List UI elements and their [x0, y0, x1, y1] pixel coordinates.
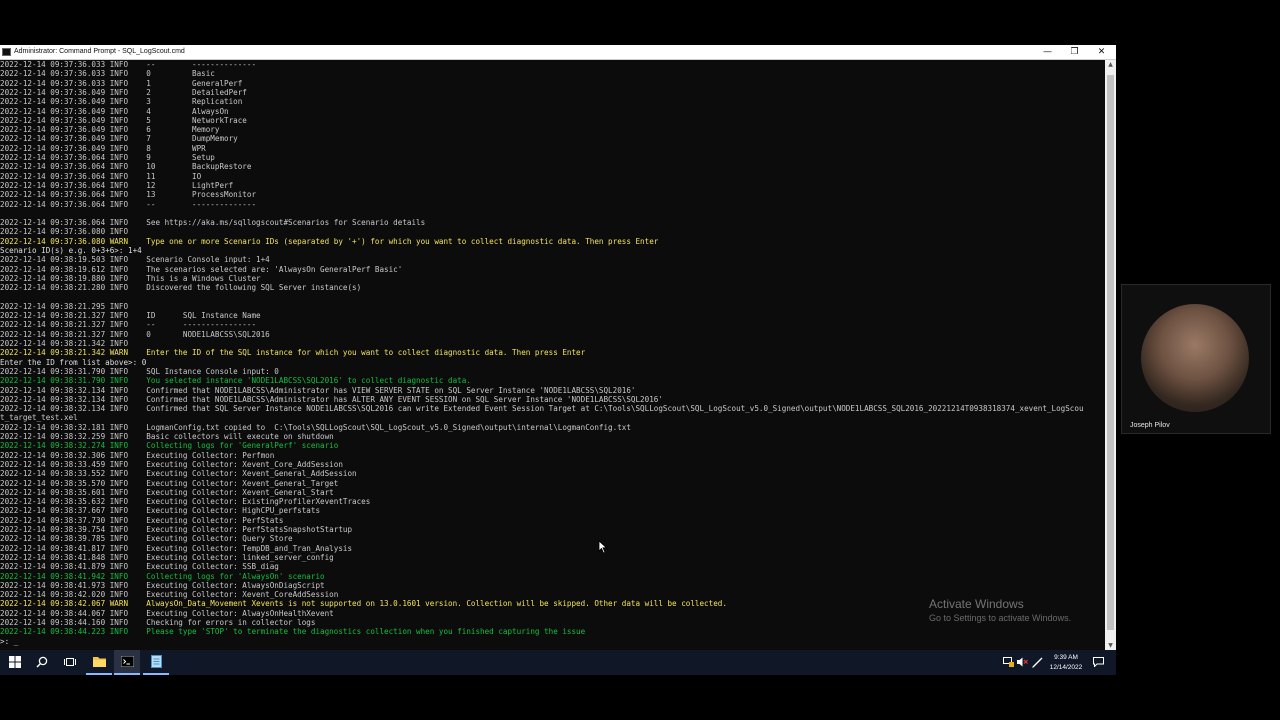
console-line: 2022-12-14 09:37:36.049 INFO 7 DumpMemor… [0, 134, 238, 144]
console-line: 2022-12-14 09:37:36.064 INFO 12 LightPer… [0, 180, 234, 190]
console-line: 2022-12-14 09:38:19.503 INFO Scenario Co… [0, 255, 270, 265]
system-clock[interactable]: 9:39 AM 12/14/2022 [1046, 653, 1086, 673]
console-line: 2022-12-14 09:38:32.274 INFO Collecting … [0, 441, 339, 451]
presenter-avatar [1141, 304, 1249, 412]
cmd-app-icon [2, 48, 11, 56]
console-line: 2022-12-14 09:38:35.601 INFO Executing C… [0, 487, 334, 497]
console-line: 2022-12-14 09:38:41.942 INFO Collecting … [0, 571, 325, 581]
console-line: 2022-12-14 09:38:39.785 INFO Executing C… [0, 534, 293, 544]
console-line: 2022-12-14 09:37:36.049 INFO 4 AlwaysOn [0, 106, 229, 116]
webcam-overlay: Joseph Pilov [1121, 284, 1271, 434]
console-line: 2022-12-14 09:38:33.459 INFO Executing C… [0, 459, 343, 469]
console-line: 2022-12-14 09:38:21.327 INFO -- --------… [0, 320, 257, 330]
console-line: 2022-12-14 09:38:31.790 INFO SQL Instanc… [0, 366, 279, 376]
desktop-screen: Administrator: Command Prompt - SQL_LogS… [0, 45, 1116, 675]
console-line: 2022-12-14 09:38:32.259 INFO Basic colle… [0, 432, 334, 441]
console-line: 2022-12-14 09:38:41.848 INFO Executing C… [0, 552, 334, 562]
window-titlebar[interactable]: Administrator: Command Prompt - SQL_LogS… [0, 45, 1116, 60]
notepad-app-icon[interactable] [143, 650, 169, 675]
console-line: 2022-12-14 09:38:21.342 INFO [0, 339, 129, 348]
console-line: 2022-12-14 09:38:42.020 INFO Executing C… [0, 590, 339, 600]
console-line: 2022-12-14 09:38:32.134 INFO Confirmed t… [0, 385, 636, 395]
console-line: 2022-12-14 09:38:31.790 INFO You selecte… [0, 376, 471, 386]
scroll-up-arrow-icon[interactable]: ▲ [1105, 60, 1116, 70]
console-line: 2022-12-14 09:38:33.552 INFO Executing C… [0, 469, 357, 479]
pen-icon[interactable] [1030, 650, 1044, 675]
console-line: 2022-12-14 09:38:41.973 INFO Executing C… [0, 580, 325, 590]
console-output[interactable]: 2022-12-14 09:37:36.033 INFO -- --------… [0, 60, 1104, 650]
search-icon[interactable] [29, 650, 55, 675]
console-line: Scenario ID(s) e.g. 0+3+6>: 1+4 [0, 246, 142, 255]
network-warning-icon[interactable] [1001, 650, 1015, 675]
console-line: t_target_test.xel [0, 413, 78, 423]
window-title: Administrator: Command Prompt - SQL_LogS… [14, 48, 185, 55]
console-line: 2022-12-14 09:37:36.064 INFO 13 ProcessM… [0, 190, 257, 200]
clock-time: 9:39 AM [1054, 654, 1078, 661]
console-line: 2022-12-14 09:38:19.612 INFO The scenari… [0, 264, 403, 274]
console-line: 2022-12-14 09:38:21.327 INFO ID SQL Inst… [0, 311, 261, 321]
console-line: 2022-12-14 09:38:42.067 WARN AlwaysOn_Da… [0, 599, 727, 609]
console-line: 2022-12-14 09:38:21.327 INFO 0 NODE1LABC… [0, 329, 270, 339]
console-line: 2022-12-14 09:38:41.879 INFO Executing C… [0, 562, 279, 572]
command-prompt-icon[interactable] [114, 650, 140, 675]
vertical-scrollbar[interactable]: ▲ ▼ [1105, 60, 1116, 651]
mouse-pointer-icon [598, 540, 608, 554]
console-line: 2022-12-14 09:37:36.033 INFO -- --------… [0, 60, 257, 69]
console-line: 2022-12-14 09:37:36.049 INFO 6 Memory [0, 125, 220, 135]
console-line: >: _ [0, 636, 19, 646]
clock-date: 12/14/2022 [1049, 664, 1083, 671]
console-line: 2022-12-14 09:37:36.080 INFO [0, 227, 129, 237]
console-line: 2022-12-14 09:38:44.160 INFO Checking fo… [0, 618, 316, 627]
windows-taskbar: 9:39 AM 12/14/2022 [0, 650, 1116, 675]
scrollbar-thumb[interactable] [1107, 75, 1114, 630]
console-line: 2022-12-14 09:37:36.049 INFO 8 WPR [0, 143, 206, 153]
console-line: 2022-12-14 09:37:36.064 INFO 11 IO [0, 171, 202, 181]
console-line: 2022-12-14 09:38:41.817 INFO Executing C… [0, 543, 353, 553]
console-line: 2022-12-14 09:37:36.064 INFO 9 Setup [0, 153, 215, 162]
console-line: 2022-12-14 09:37:36.049 INFO 2 DetailedP… [0, 87, 247, 97]
console-line: 2022-12-14 09:37:36.049 INFO 5 NetworkTr… [0, 115, 247, 125]
close-button[interactable]: ✕ [1088, 45, 1115, 59]
presenter-name: Joseph Pilov [1130, 422, 1170, 429]
console-line: 2022-12-14 09:38:37.667 INFO Executing C… [0, 506, 321, 516]
console-line: 2022-12-14 09:37:36.064 INFO See https:/… [0, 218, 426, 228]
console-line: 2022-12-14 09:37:36.049 INFO 3 Replicati… [0, 97, 243, 107]
console-line: 2022-12-14 09:38:32.181 INFO LogmanConfi… [0, 422, 631, 432]
console-line: 2022-12-14 09:37:36.064 INFO -- --------… [0, 199, 257, 209]
console-line: 2022-12-14 09:38:21.342 WARN Enter the I… [0, 348, 586, 358]
task-view-icon[interactable] [57, 650, 83, 675]
activate-windows-watermark: Activate Windows Go to Settings to activ… [929, 597, 1071, 623]
file-explorer-icon[interactable] [86, 650, 112, 675]
console-line: 2022-12-14 09:38:39.754 INFO Executing C… [0, 525, 353, 534]
console-line: 2022-12-14 09:38:32.306 INFO Executing C… [0, 450, 275, 460]
console-line: 2022-12-14 09:38:44.067 INFO Executing C… [0, 608, 334, 618]
console-line: Enter the ID from list above>: 0 [0, 357, 147, 367]
restore-button[interactable]: ❐ [1061, 45, 1088, 59]
minimize-button[interactable]: — [1034, 45, 1061, 59]
console-line: 2022-12-14 09:38:44.223 INFO Please type… [0, 627, 586, 637]
activate-windows-title: Activate Windows [929, 597, 1024, 611]
console-line: 2022-12-14 09:37:36.033 INFO 1 GeneralPe… [0, 78, 243, 88]
console-line: 2022-12-14 09:38:32.134 INFO Confirmed t… [0, 394, 663, 404]
speaker-mute-icon[interactable] [1015, 650, 1029, 675]
console-line: 2022-12-14 09:37:36.080 WARN Type one or… [0, 236, 659, 246]
console-line: 2022-12-14 09:37:36.033 INFO 0 Basic [0, 69, 215, 79]
console-line: 2022-12-14 09:38:32.134 INFO Confirmed t… [0, 404, 1084, 414]
activate-windows-subtitle: Go to Settings to activate Windows. [929, 613, 1072, 623]
console-line: 2022-12-14 09:38:21.280 INFO Discovered … [0, 283, 362, 293]
console-line: 2022-12-14 09:38:19.880 INFO This is a W… [0, 273, 261, 283]
console-line: 2022-12-14 09:38:21.295 INFO [0, 301, 129, 311]
console-line: 2022-12-14 09:38:35.632 INFO Executing C… [0, 497, 371, 507]
console-line: 2022-12-14 09:38:37.730 INFO Executing C… [0, 515, 284, 525]
windows-start-icon[interactable] [2, 650, 28, 675]
notification-center-icon[interactable] [1090, 650, 1106, 675]
console-line: 2022-12-14 09:37:36.064 INFO 10 BackupRe… [0, 162, 252, 172]
console-line: 2022-12-14 09:38:35.570 INFO Executing C… [0, 478, 339, 488]
